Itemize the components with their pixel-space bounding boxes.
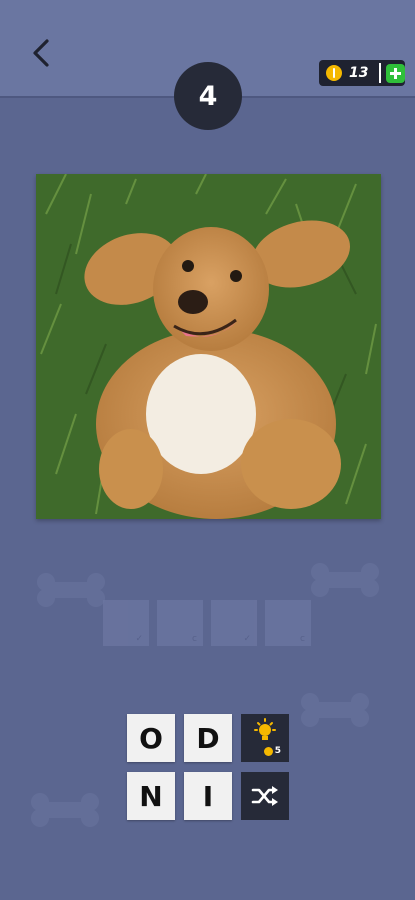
divider bbox=[379, 63, 381, 83]
letter-key[interactable]: D bbox=[184, 714, 232, 762]
chevron-left-icon bbox=[33, 39, 49, 67]
coin-icon bbox=[263, 746, 273, 756]
answer-slot[interactable]: ✓ bbox=[103, 600, 149, 646]
answer-slot[interactable]: c bbox=[157, 600, 203, 646]
hint-cost-value: 5 bbox=[274, 746, 281, 756]
plus-icon bbox=[390, 67, 401, 79]
answer-slot[interactable]: ✓ bbox=[211, 600, 257, 646]
slot-mark: ✓ bbox=[243, 634, 251, 644]
hint-button[interactable]: 5 bbox=[241, 714, 289, 762]
coin-counter: 13 bbox=[319, 60, 405, 86]
answer-slots: ✓ c ✓ c bbox=[103, 600, 311, 646]
slot-mark: ✓ bbox=[135, 634, 143, 644]
answer-slot[interactable]: c bbox=[265, 600, 311, 646]
hint-cost: 5 bbox=[263, 746, 281, 756]
letter-key[interactable]: N bbox=[127, 772, 175, 820]
puzzle-image bbox=[36, 174, 381, 519]
letter-keyboard: O D 5 N I bbox=[127, 714, 291, 822]
letter-key[interactable]: I bbox=[184, 772, 232, 820]
slot-mark: c bbox=[192, 634, 197, 644]
bone-decoration bbox=[301, 693, 369, 727]
add-coins-button[interactable] bbox=[386, 63, 405, 83]
back-button[interactable] bbox=[26, 36, 56, 70]
letter-key[interactable]: O bbox=[127, 714, 175, 762]
coin-icon bbox=[326, 65, 342, 81]
coin-count: 13 bbox=[349, 65, 369, 81]
slot-mark: c bbox=[300, 634, 305, 644]
bone-decoration bbox=[31, 793, 99, 827]
shuffle-icon bbox=[251, 786, 278, 806]
bone-decoration bbox=[311, 563, 379, 597]
shuffle-button[interactable] bbox=[241, 772, 289, 820]
lightbulb-icon bbox=[254, 718, 276, 740]
level-badge: 4 bbox=[174, 62, 242, 130]
bone-decoration bbox=[37, 573, 105, 607]
